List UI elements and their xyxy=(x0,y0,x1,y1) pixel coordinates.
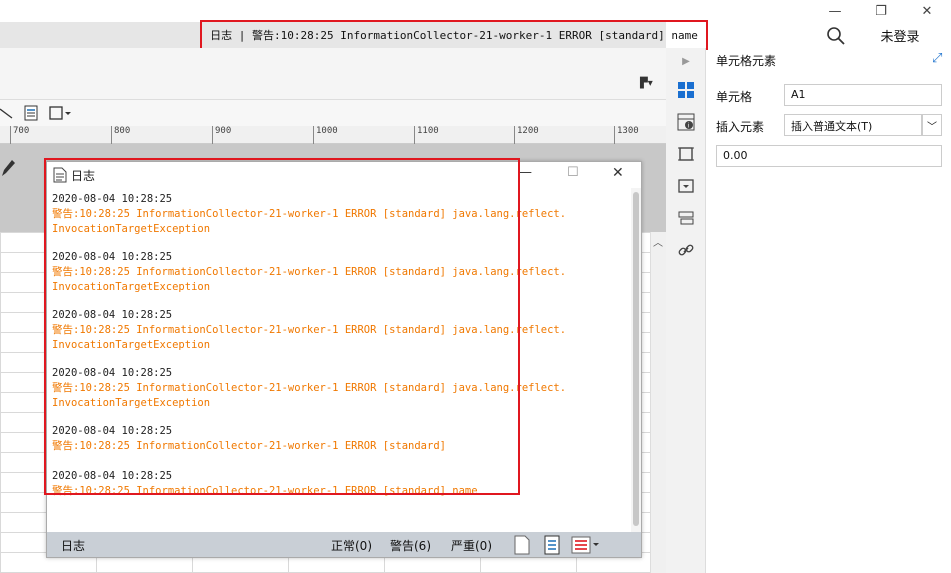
pencil-icon[interactable] xyxy=(0,158,16,178)
log-window-titlebar[interactable]: 日志 — ☐ ✕ xyxy=(47,162,641,188)
filter-severe[interactable]: 严重(0) xyxy=(451,537,492,554)
expand-arrow-icon[interactable]: ▶ xyxy=(675,50,697,72)
title-bar xyxy=(0,0,951,22)
border-icon[interactable] xyxy=(48,105,72,121)
scroll-up-icon[interactable]: ︿ xyxy=(650,234,666,249)
cell-attribute-icon[interactable]: i xyxy=(675,111,697,133)
log-entry: 2020-08-04 10:28:25 警告:10:28:25 Informati… xyxy=(52,470,478,497)
log-window: 日志 — ☐ ✕ 2020-08-04 10:28:25 警告:10:28:25 … xyxy=(46,161,642,558)
insert-element-label: 插入元素 xyxy=(716,120,765,134)
cell-label: 单元格 xyxy=(716,90,753,104)
properties-title: 单元格元素 xyxy=(716,54,777,68)
log-entry: 2020-08-04 10:28:25 警告:10:28:25 Informati… xyxy=(52,251,567,293)
log-footer: 日志 正常(0) 警告(6) 严重(0) xyxy=(47,532,641,557)
ruler-tick: 800 xyxy=(111,126,130,144)
log-entry: 2020-08-04 10:28:25 警告:10:28:25 Informati… xyxy=(52,309,567,351)
log-maximize-button[interactable]: ☐ xyxy=(567,165,579,180)
filter-warning[interactable]: 警告(6) xyxy=(390,537,431,554)
log-footer-label: 日志 xyxy=(61,539,86,553)
restore-button[interactable]: ❐ xyxy=(858,0,904,22)
cell-element-icon[interactable] xyxy=(675,79,697,101)
chevron-down-icon[interactable]: ﹀ xyxy=(922,114,942,136)
log-minimize-button[interactable]: — xyxy=(519,165,532,180)
log-window-title: 日志 xyxy=(71,169,96,183)
filter-normal[interactable]: 正常(0) xyxy=(331,537,372,554)
clear-log-icon[interactable] xyxy=(513,535,531,555)
cell-input[interactable]: A1 xyxy=(784,84,942,106)
format-toolbar xyxy=(0,100,666,126)
log-status-ticker[interactable]: 日志 | 警告:10:28:25 InformationCollector-21… xyxy=(200,20,708,50)
log-entry: 2020-08-04 10:28:25 警告:10:28:25 Informati… xyxy=(52,425,446,452)
log-close-button[interactable]: ✕ xyxy=(612,165,624,181)
search-icon[interactable] xyxy=(826,26,846,46)
insert-element-select[interactable]: 插入普通文本(T) xyxy=(784,114,922,136)
line-tool-icon[interactable] xyxy=(0,106,14,120)
note-icon[interactable] xyxy=(24,105,38,121)
document-icon xyxy=(53,167,67,183)
ruler-tick: 900 xyxy=(212,126,231,144)
minimize-button[interactable]: — xyxy=(812,0,858,22)
ruler-tick: 1000 xyxy=(313,126,338,144)
link-icon[interactable] xyxy=(675,239,697,261)
sheet-scrollbar[interactable] xyxy=(650,232,666,573)
ruler-tick: 700 xyxy=(10,126,29,144)
ruler-tick: 1300 xyxy=(614,126,639,144)
condition-icon[interactable] xyxy=(675,207,697,229)
close-button[interactable]: ✕ xyxy=(904,0,950,22)
pin-icon[interactable]: ⤢ xyxy=(932,51,942,66)
cell-content-input[interactable]: 0.00 xyxy=(716,145,942,167)
ruler-tick: 1200 xyxy=(514,126,539,144)
export-log-icon[interactable] xyxy=(543,535,561,555)
ruler-tick: 1100 xyxy=(414,126,439,144)
ribbon-collapse-icon[interactable]: ▛▾ xyxy=(640,78,653,89)
log-entries[interactable]: 2020-08-04 10:28:25 警告:10:28:25 Informati… xyxy=(47,188,641,532)
log-scroll-thumb[interactable] xyxy=(633,192,639,526)
widget-icon[interactable] xyxy=(675,143,697,165)
dropdown-widget-icon[interactable] xyxy=(675,175,697,197)
login-link[interactable]: 未登录 xyxy=(872,26,928,45)
log-entry: 2020-08-04 10:28:25 警告:10:28:25 Informati… xyxy=(52,367,567,409)
horizontal-ruler: 700 800 900 1000 1100 1200 1300 xyxy=(0,126,666,144)
ribbon xyxy=(0,48,666,100)
log-entry: 2020-08-04 10:28:25 警告:10:28:25 Informati… xyxy=(52,193,567,235)
log-level-menu-icon[interactable] xyxy=(571,535,601,555)
